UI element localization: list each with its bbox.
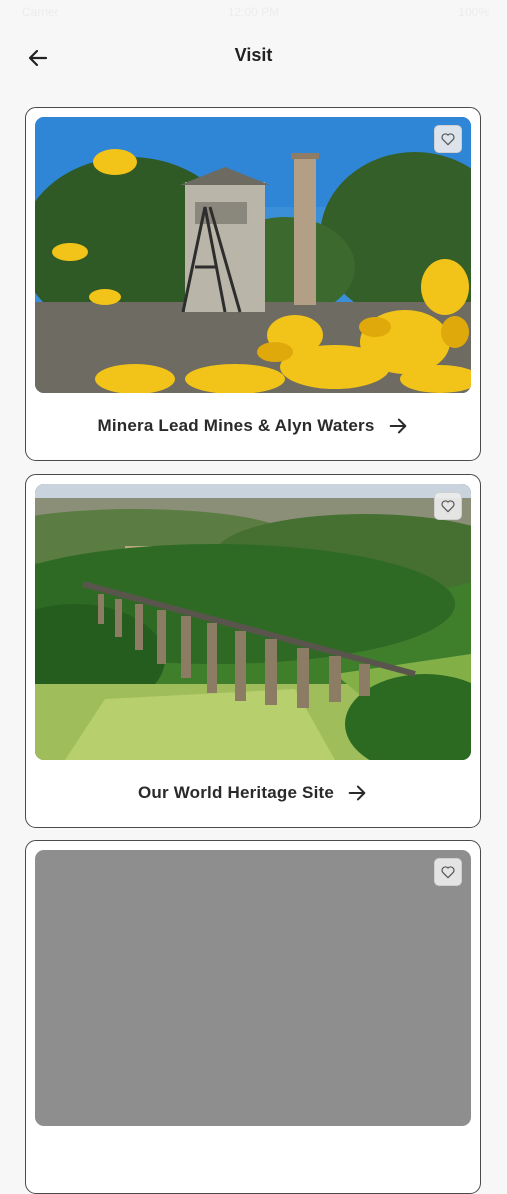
heart-outline-icon bbox=[441, 500, 455, 513]
status-bar: Carrier 12:00 PM 100% bbox=[0, 0, 507, 26]
favorite-button[interactable] bbox=[434, 492, 462, 520]
attraction-card-third[interactable] bbox=[25, 840, 481, 1194]
card-image-minera-mines bbox=[35, 117, 471, 393]
attraction-card-minera[interactable]: Minera Lead Mines & Alyn Waters bbox=[25, 107, 481, 461]
page-title: Visit bbox=[234, 45, 273, 65]
card-link-minera[interactable]: Minera Lead Mines & Alyn Waters bbox=[26, 404, 480, 448]
arrow-right-icon bbox=[348, 785, 366, 801]
arrow-right-icon bbox=[389, 418, 406, 434]
header: Visit bbox=[0, 36, 507, 76]
battery-label: 100% bbox=[458, 5, 489, 19]
card-link-world-heritage[interactable]: Our World Heritage Site bbox=[26, 771, 480, 815]
card-image-placeholder bbox=[35, 850, 471, 1126]
status-time: 12:00 PM bbox=[227, 5, 280, 19]
card-title: Minera Lead Mines & Alyn Waters bbox=[97, 416, 375, 435]
heart-outline-icon bbox=[441, 133, 455, 146]
card-title: Our World Heritage Site bbox=[137, 783, 335, 802]
favorite-button[interactable] bbox=[434, 125, 462, 153]
card-image-aqueduct bbox=[35, 484, 471, 760]
attraction-card-world-heritage[interactable]: Our World Heritage Site bbox=[25, 474, 481, 828]
favorite-button[interactable] bbox=[434, 858, 462, 886]
heart-outline-icon bbox=[441, 866, 455, 879]
